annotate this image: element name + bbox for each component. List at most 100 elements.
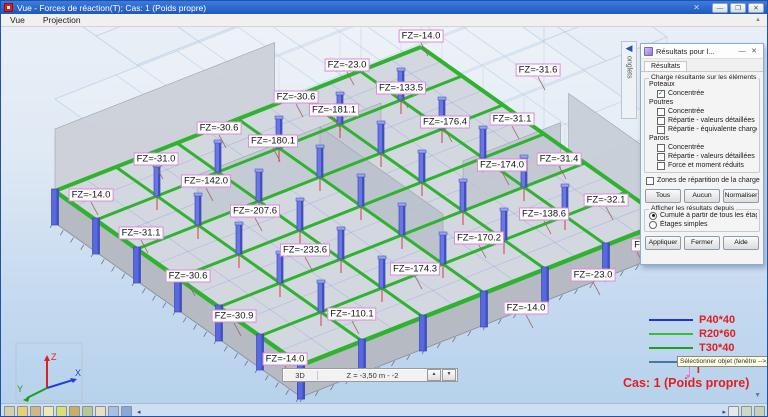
tab-resultats[interactable]: Résultats	[644, 61, 688, 71]
reaction-force-label: FZ=-23.0	[324, 58, 370, 72]
reaction-force-label: FZ=-14.0	[503, 301, 549, 315]
toolbar-icon[interactable]	[69, 406, 80, 416]
checkbox-icon[interactable]	[657, 125, 665, 134]
checkbox-checked-icon[interactable]	[657, 89, 665, 98]
minimize-button[interactable]: —	[712, 2, 728, 13]
toolbar-icon[interactable]	[56, 406, 67, 416]
chevron-up-icon[interactable]: ▲	[755, 17, 761, 23]
reaction-force-label: FZ=-110.1	[327, 307, 377, 321]
toolbar-icon[interactable]	[30, 406, 41, 416]
toolbar-icon[interactable]	[43, 406, 54, 416]
bottom-left-toolbar: ◂	[4, 406, 141, 416]
restore-button[interactable]: ❐	[730, 2, 746, 13]
toolbar-icon[interactable]	[121, 406, 132, 416]
reaction-force-label: FZ=-133.5	[375, 81, 427, 95]
radio-cumule-tous-etages[interactable]: Cumulé à partir de tous les étages	[647, 211, 757, 220]
radio-icon[interactable]	[649, 220, 657, 229]
reaction-force-label: FZ=-30.6	[273, 90, 319, 104]
app-icon	[4, 3, 13, 12]
reaction-force-label: FZ=-31.1	[118, 226, 164, 240]
checkbox-poutres-concentree[interactable]: Concentrée	[647, 107, 757, 116]
axis-z-label: Z	[51, 352, 57, 362]
aucun-button[interactable]: Aucun	[684, 189, 720, 203]
toolbar-icon[interactable]	[4, 406, 15, 416]
z-level-indicator: Z = -3,50 m - -2	[346, 370, 399, 380]
reaction-force-label: FZ=-176.4	[419, 115, 471, 129]
aide-button[interactable]: Aide	[723, 236, 759, 250]
axis-y-label: Y	[17, 384, 23, 394]
checkbox-label: Force et moment réduits	[668, 162, 744, 169]
checkbox-poteaux-concentree[interactable]: Concentrée	[647, 89, 757, 98]
checkbox-parois-repartie-detaillees[interactable]: Répartie - valeurs détaillées	[647, 152, 757, 161]
menu-projection[interactable]: Projection	[34, 15, 90, 25]
dialog-icon	[644, 46, 653, 56]
legend-item: P40*40	[649, 313, 736, 327]
checkbox-label: Répartie - équivalente charge uniform	[668, 126, 757, 133]
bottom-right-toolbar: ▸	[719, 406, 765, 416]
reaction-force-label: FZ=-31.4	[536, 152, 582, 166]
reaction-force-label: FZ=-30.6	[165, 269, 211, 283]
collapse-toolbar-icon[interactable]: ◂	[137, 408, 141, 416]
menu-bar: Vue Projection ▲	[1, 14, 767, 27]
checkbox-label: Répartie - valeurs détaillées	[668, 153, 755, 160]
toolbar-icon[interactable]	[741, 406, 752, 416]
checkbox-force-moment-reduits[interactable]: Force et moment réduits	[647, 161, 757, 170]
collapse-left-icon[interactable]: ◀	[626, 42, 633, 54]
reaction-force-label: FZ=-14.0	[262, 352, 308, 366]
radio-etages-simples[interactable]: Étages simples	[647, 220, 757, 229]
reaction-force-label: FZ=-180.1	[247, 134, 299, 148]
checkbox-icon[interactable]	[657, 116, 665, 125]
checkbox-icon[interactable]	[657, 107, 665, 116]
reaction-force-label: FZ=-233.6	[279, 243, 331, 257]
checkbox-icon[interactable]	[657, 152, 665, 161]
normaliser-button[interactable]: Normaliser	[723, 189, 759, 203]
level-down-button[interactable]: ▼	[442, 369, 456, 381]
dialog-close-icon[interactable]: ✕	[748, 47, 760, 55]
group-afficher-resultats: Afficher les résultats depuis Cumulé à p…	[644, 205, 760, 232]
group-title: Charge résultante sur les éléments	[649, 74, 759, 81]
group-title: Afficher les résultats depuis	[649, 205, 736, 212]
checkbox-icon[interactable]	[646, 176, 654, 185]
toolbar-icon[interactable]	[95, 406, 106, 416]
tous-button[interactable]: Tous	[645, 189, 681, 203]
docked-panel-tab[interactable]: ◀ onglets	[621, 41, 637, 119]
dialog-minimize-icon[interactable]: —	[736, 48, 748, 55]
level-up-button[interactable]: ▲	[427, 369, 441, 381]
checkbox-icon[interactable]	[657, 161, 665, 170]
toolbar-icon[interactable]	[17, 406, 28, 416]
reaction-force-label: FZ=-142.0	[180, 174, 232, 188]
legend-label: P40*40	[699, 314, 736, 326]
reaction-force-label: FZ=-138.6	[518, 207, 570, 221]
reaction-force-label: FZ=-14.0	[398, 29, 444, 43]
close-button[interactable]: ✕	[748, 2, 764, 13]
dialog-title-bar[interactable]: Résultats pour l... — ✕	[641, 44, 763, 59]
model-viewport[interactable]: FZ=-14.0 FZ=-23.0 FZ=-31.6 FZ=-133.5 FZ=-30.…	[1, 26, 767, 403]
view-mode-indicator[interactable]: 3D	[283, 370, 318, 380]
menu-vue[interactable]: Vue	[1, 15, 34, 25]
toolbar-icon[interactable]	[728, 406, 739, 416]
radio-label: Étages simples	[660, 221, 708, 228]
title-bar: Vue - Forces de réaction(T); Cas: 1 (Poi…	[1, 1, 767, 14]
fermer-button[interactable]: Fermer	[684, 236, 720, 250]
legend-color-line	[649, 347, 693, 349]
scroll-down-icon[interactable]: ▼	[754, 392, 761, 399]
reaction-force-label: FZ=-170.2	[453, 231, 505, 245]
legend-color-line	[649, 333, 693, 335]
expand-icon[interactable]: ▸	[722, 408, 726, 416]
checkbox-parois-concentree[interactable]: Concentrée	[647, 143, 757, 152]
checkbox-label: Concentrée	[668, 90, 705, 97]
reaction-force-label: FZ=-174.0	[476, 158, 528, 172]
checkbox-label: Concentrée	[668, 108, 705, 115]
selection-buttons-row: Tous Aucun Normaliser	[645, 189, 759, 203]
toolbar-icon[interactable]	[82, 406, 93, 416]
reaction-force-label: FZ=-31.0	[133, 152, 179, 166]
checkbox-poutres-repartie-detaillees[interactable]: Répartie - valeurs détaillées	[647, 116, 757, 125]
toolbar-icon[interactable]	[108, 406, 119, 416]
secondary-close-icon[interactable]: ✕	[693, 3, 700, 12]
radio-selected-icon[interactable]	[649, 211, 657, 220]
checkbox-poutres-repartie-uniforme[interactable]: Répartie - équivalente charge uniform	[647, 125, 757, 134]
toolbar-icon[interactable]	[754, 406, 765, 416]
appliquer-button[interactable]: Appliquer	[645, 236, 681, 250]
checkbox-zones-repartition[interactable]: Zones de répartition de la charge	[644, 176, 760, 185]
checkbox-icon[interactable]	[657, 143, 665, 152]
